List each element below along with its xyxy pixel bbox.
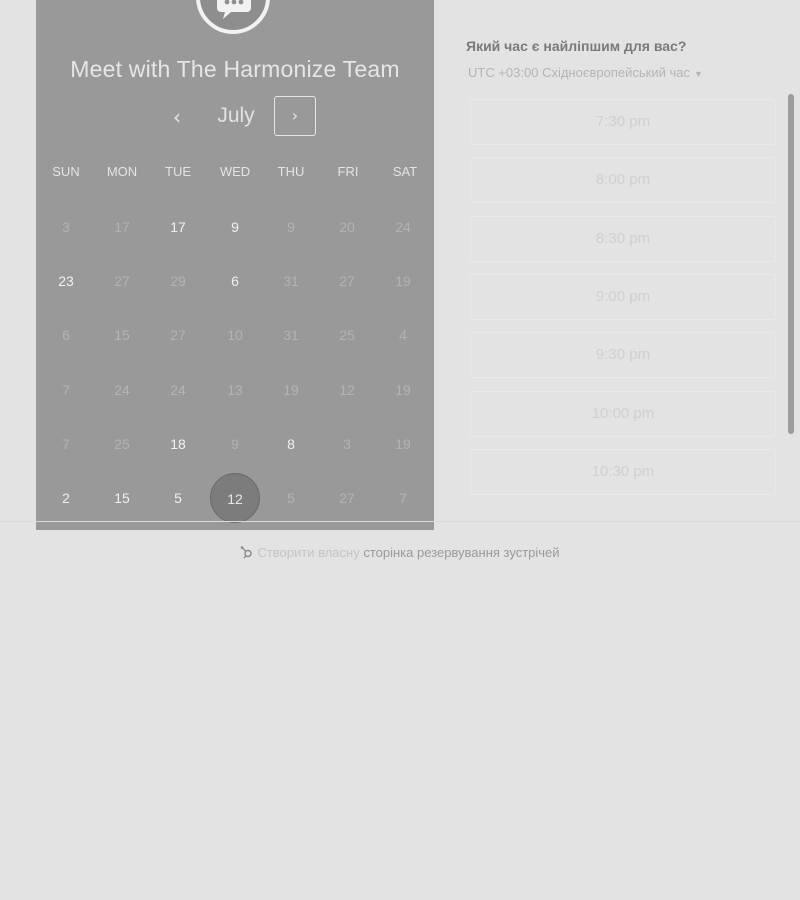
day-cell: 31 <box>283 327 299 343</box>
time-slot-button[interactable]: 7:30 pm <box>470 99 776 145</box>
day-cell: 5 <box>287 490 295 506</box>
weekday-label: THU <box>277 164 305 179</box>
day-cell: 29 <box>170 273 186 289</box>
next-month-button[interactable]: › <box>274 96 316 136</box>
day-cell[interactable]: 18 <box>153 419 203 469</box>
day-cell-selected[interactable]: 12 <box>210 473 260 523</box>
day-cell: 13 <box>227 382 243 398</box>
weekday-label: WED <box>219 164 251 179</box>
day-cell[interactable]: 6 <box>210 256 260 306</box>
day-cell: 17 <box>114 219 130 235</box>
time-question: Який час є найліпшим для вас? <box>466 38 687 54</box>
month-label: July <box>217 104 255 127</box>
avatar <box>196 0 270 34</box>
day-cell: 24 <box>114 382 130 398</box>
day-cell: 12 <box>339 382 355 398</box>
footer: Створити власну сторінка резервування зу… <box>0 545 800 560</box>
chat-bubble-icon <box>217 0 251 19</box>
footer-prefix: Створити власну <box>257 545 360 560</box>
day-cell: 27 <box>339 273 355 289</box>
weekday-header: SUN MON TUE WED THU FRI SAT <box>38 164 434 184</box>
weekday-label: MON <box>106 164 138 179</box>
time-slot-button[interactable]: 8:00 pm <box>470 157 776 204</box>
day-cell: 27 <box>114 273 130 289</box>
caret-down-icon: ▼ <box>693 68 703 79</box>
day-cell: 3 <box>343 436 351 452</box>
day-cell[interactable]: 23 <box>41 256 91 306</box>
day-cell: 9 <box>231 436 239 452</box>
day-cell: 27 <box>339 490 355 506</box>
day-cell: 6 <box>62 327 70 343</box>
meeting-title: Meet with The Harmonize Team <box>70 56 400 82</box>
sprocket-icon <box>241 546 253 559</box>
day-cell: 31 <box>283 273 299 289</box>
prev-month-button[interactable]: ‹ <box>162 100 192 134</box>
day-cell: 19 <box>283 382 299 398</box>
chevron-left-icon: ‹ <box>173 105 181 129</box>
day-cell: 24 <box>170 382 186 398</box>
day-cell[interactable]: 17 <box>153 202 203 252</box>
day-cell: 7 <box>62 436 70 452</box>
weekday-label: SAT <box>392 164 418 179</box>
calendar-panel: Meet with The Harmonize Team ‹ July › SU… <box>36 0 434 530</box>
divider <box>0 521 800 522</box>
time-slot-button[interactable]: 10:00 pm <box>470 390 776 437</box>
day-cell: 9 <box>287 219 295 235</box>
day-cell: 20 <box>339 219 355 235</box>
day-cell[interactable]: 2 <box>41 473 91 523</box>
weekday-label: TUE <box>165 164 191 179</box>
time-slot-list: 7:30 pm 8:00 pm 8:30 pm 9:00 pm 9:30 pm 10:00… <box>466 94 786 514</box>
day-cell[interactable]: 5 <box>153 473 203 523</box>
day-cell: 7 <box>62 382 70 398</box>
day-cell: 3 <box>62 219 70 235</box>
scrollbar-thumb[interactable] <box>788 94 794 434</box>
timezone-select[interactable]: UTC +03:00 Східноєвропейський час ▼ <box>468 65 703 80</box>
weekday-label: FRI <box>337 164 359 179</box>
day-cell[interactable]: 9 <box>210 202 260 252</box>
footer-link[interactable]: сторінка резервування зустрічей <box>363 545 559 560</box>
time-slot-button[interactable]: 8:30 pm <box>470 215 776 262</box>
day-cell: 19 <box>395 382 411 398</box>
time-slot-button[interactable]: 9:30 pm <box>470 332 776 379</box>
day-cell: 4 <box>399 327 407 343</box>
time-slot-button[interactable]: 9:00 pm <box>470 273 776 320</box>
day-cell: 19 <box>395 273 411 289</box>
weekday-label: SUN <box>52 164 80 179</box>
day-cell: 24 <box>395 219 411 235</box>
day-cell: 10 <box>227 327 243 343</box>
chevron-right-icon: › <box>291 106 299 125</box>
day-cell: 15 <box>114 327 130 343</box>
day-cell[interactable]: 8 <box>266 419 316 469</box>
day-cell[interactable]: 15 <box>97 473 147 523</box>
day-cell: 25 <box>114 436 130 452</box>
timezone-label: UTC +03:00 Східноєвропейський час <box>468 65 690 80</box>
day-cell: 25 <box>339 327 355 343</box>
day-cell: 7 <box>399 490 407 506</box>
time-slot-button[interactable]: 10:30 pm <box>470 448 776 495</box>
scrollbar[interactable] <box>788 94 794 434</box>
time-panel: Який час є найліпшим для вас? UTC +03:00… <box>466 0 800 530</box>
day-cell: 27 <box>170 327 186 343</box>
day-cell: 19 <box>395 436 411 452</box>
